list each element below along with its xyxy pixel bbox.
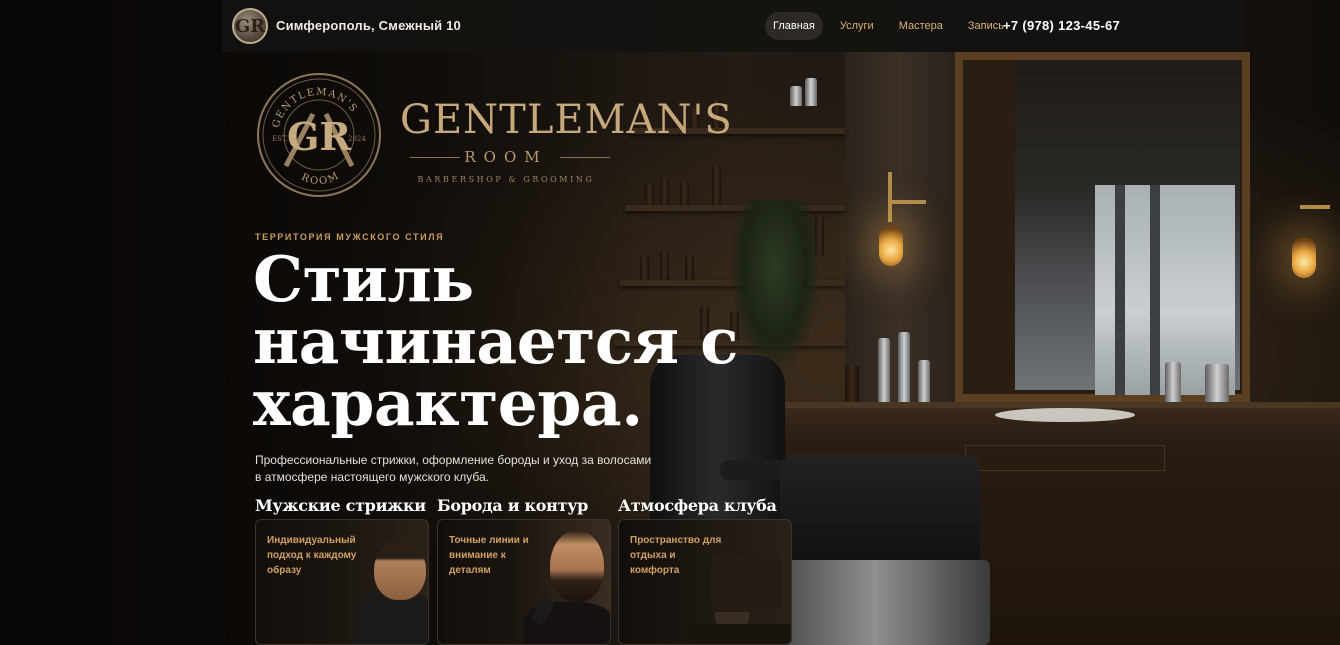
- feature-title: Борода и контур: [437, 496, 589, 515]
- main-nav: Главная Услуги Мастера Запись: [765, 12, 1021, 40]
- nav-item-home[interactable]: Главная: [765, 12, 823, 40]
- sink: [995, 408, 1135, 422]
- feature-card[interactable]: Пространство для отдыха и комфорта: [618, 519, 792, 645]
- brand-emblem-logo: GENTLEMAN'S ROOM GR EST. 2024: [257, 73, 381, 197]
- hero-description: Профессиональные стрижки, оформление бор…: [255, 453, 652, 484]
- divider: [560, 157, 610, 158]
- bottle: [898, 332, 910, 410]
- bottle: [805, 78, 817, 106]
- drawer: [965, 445, 1165, 471]
- feature-card-text: Пространство для отдыха и комфорта: [630, 535, 722, 576]
- nav-item-services[interactable]: Услуги: [832, 12, 882, 40]
- feature-card[interactable]: Точные линии и внимание к деталям: [437, 519, 611, 645]
- bottle: [645, 184, 654, 205]
- hero-title-line: Стиль: [253, 242, 474, 316]
- header-logo[interactable]: GR: [232, 8, 268, 44]
- client-photo: [374, 540, 426, 600]
- hero-title-line: начинается с: [253, 304, 739, 378]
- table-photo: [689, 624, 791, 644]
- emblem-letters: GR: [287, 114, 351, 159]
- bottle: [1165, 362, 1181, 406]
- feature-card-text: Индивидуальный подход к каждому образу: [267, 535, 357, 576]
- bottle: [712, 166, 721, 205]
- bottle: [680, 182, 689, 205]
- client-photo: [550, 530, 604, 602]
- header-logo-letters: GR: [234, 15, 266, 37]
- bottle: [660, 178, 669, 205]
- feature-haircuts: Мужские стрижки Индивидуальный подход к …: [255, 496, 429, 645]
- brand-title: GENTLEMAN'S: [400, 97, 733, 143]
- brand-subtitle: BARBERSHOP & GROOMING: [417, 175, 595, 184]
- emblem-est: EST.: [272, 135, 288, 143]
- wall-lamp: [879, 226, 903, 266]
- feature-title: Мужские стрижки: [255, 496, 426, 515]
- lamp-arm: [1300, 205, 1330, 209]
- feature-beard: Борода и контур Точные линии и внимание …: [437, 496, 611, 645]
- bottle: [878, 338, 890, 410]
- window-bar: [1115, 185, 1125, 395]
- hero-eyebrow: ТЕРРИТОРИЯ МУЖСКОГО СТИЛЯ: [255, 232, 445, 242]
- feature-title: Атмосфера клуба: [618, 496, 777, 515]
- wall-lamp: [1292, 238, 1316, 278]
- emblem-bottom-text: ROOM: [300, 170, 343, 187]
- header-phone-link[interactable]: +7 (978) 123-45-67: [1003, 18, 1120, 33]
- barber-chair-base: [760, 560, 990, 645]
- bottle: [790, 86, 802, 106]
- hero-title: Стиль начинается с характера.: [253, 242, 813, 440]
- hero-title-line: характера.: [253, 366, 643, 440]
- window-bar: [1150, 185, 1160, 395]
- lamp-arm: [890, 200, 926, 204]
- feature-card[interactable]: Индивидуальный подход к каждому образу: [255, 519, 429, 645]
- header-address: Симферополь, Смежный 10: [276, 18, 461, 33]
- feature-card-text: Точные линии и внимание к деталям: [449, 535, 529, 576]
- nav-item-masters[interactable]: Мастера: [891, 12, 951, 40]
- site-header: GR Симферополь, Смежный 10 Главная Услуг…: [222, 0, 1242, 52]
- feature-atmosphere: Атмосфера клуба Пространство для отдыха …: [618, 496, 792, 645]
- emblem-year: 2024: [348, 135, 366, 143]
- barber-chair-seat: [780, 455, 980, 575]
- lamp-arm: [888, 172, 892, 222]
